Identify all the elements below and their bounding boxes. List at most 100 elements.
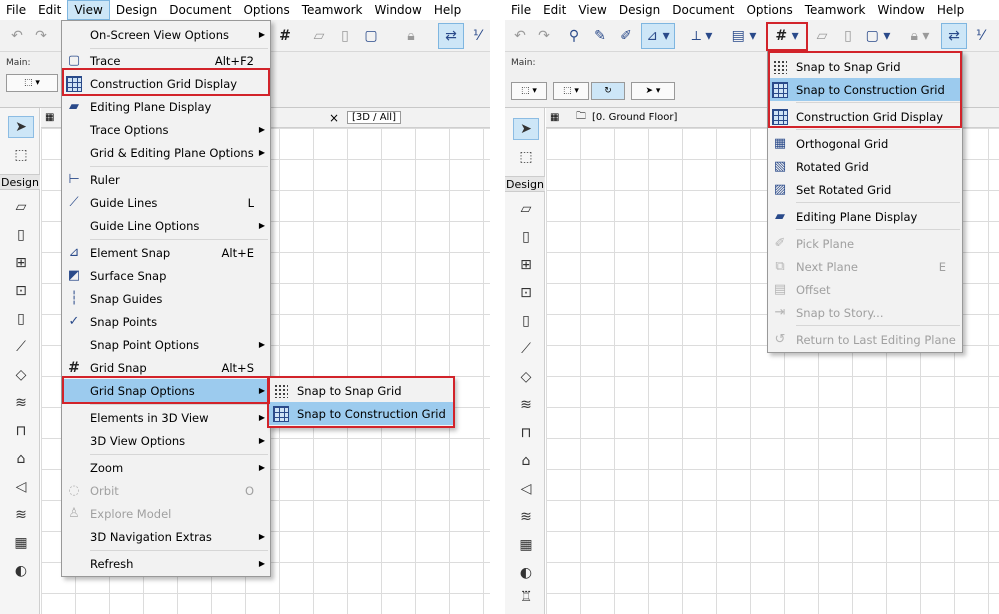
pointer-icon[interactable]: ➤ ▾ (631, 82, 675, 100)
menu-design[interactable]: Design (613, 0, 666, 20)
menu-file[interactable]: File (0, 0, 32, 20)
renovation-icon[interactable]: ⇄ (438, 23, 464, 49)
menu-item-surface-snap[interactable]: ◩ Surface Snap (62, 264, 270, 287)
window-tool-icon[interactable]: ⊞ (8, 252, 34, 274)
railing-tool-icon[interactable]: ⊓ (513, 422, 539, 444)
mesh-tool-icon[interactable]: ≋ (513, 506, 539, 528)
menu-item-snap-guides[interactable]: ┆ Snap Guides (62, 287, 270, 310)
window-tool-icon[interactable]: ⊞ (513, 254, 539, 276)
menu-item-ruler[interactable]: ⊢ Ruler (62, 168, 270, 191)
menu-item-snap-to-snap-grid[interactable]: Snap to Snap Grid (768, 55, 962, 78)
menu-item-3d-navigation-extras[interactable]: 3D Navigation Extras ▶ (62, 525, 270, 548)
marquee-method-icon[interactable]: ⬚ ▾ (553, 82, 589, 100)
railing-tool-icon[interactable]: ⊓ (8, 420, 34, 442)
chair-tool-icon[interactable]: ♖ (513, 586, 539, 608)
snap-guides-icon[interactable]: ⟂ ▾ (685, 23, 719, 49)
scale-icon[interactable]: ⅟ (464, 23, 490, 49)
menu-options[interactable]: Options (237, 0, 295, 20)
view-frame-icon[interactable]: ▢ ▾ (861, 23, 895, 49)
syringe-icon[interactable]: ✐ (613, 23, 639, 49)
menu-item-construction-grid-display[interactable]: Construction Grid Display (768, 105, 962, 128)
curtain-wall-tool-icon[interactable]: ▦ (513, 534, 539, 556)
column-tool-icon[interactable]: ▯ (8, 308, 34, 330)
door-tool-icon[interactable]: ▯ (513, 226, 539, 248)
menu-document[interactable]: Document (666, 0, 740, 20)
undo-icon[interactable]: ↶ (4, 23, 30, 49)
menu-design[interactable]: Design (110, 0, 163, 20)
mesh-tool-icon[interactable]: ≋ (8, 504, 34, 526)
menu-item-on-screen-view-options[interactable]: On-Screen View Options ▶ (62, 23, 270, 46)
menu-item-elements-in-3d-view[interactable]: Elements in 3D View ▶ (62, 406, 270, 429)
menu-item-element-snap[interactable]: ⊿ Element Snap Alt+E (62, 241, 270, 264)
menu-teamwork[interactable]: Teamwork (296, 0, 369, 20)
eyedropper-icon[interactable]: ✎ (587, 23, 613, 49)
menu-view[interactable]: View (572, 0, 612, 20)
menu-item-3d-view-options[interactable]: 3D View Options ▶ (62, 429, 270, 452)
menu-item-set-rotated-grid[interactable]: ▨ Set Rotated Grid (768, 178, 962, 201)
lock-icon[interactable]: 🔒︎ (398, 23, 424, 49)
menu-file[interactable]: File (505, 0, 537, 20)
menu-item-zoom[interactable]: Zoom ▶ (62, 456, 270, 479)
element-snap-icon[interactable]: ⊿ ▾ (641, 23, 675, 49)
door-tool-icon[interactable]: ▯ (8, 224, 34, 246)
menu-item-rotated-grid[interactable]: ▧ Rotated Grid (768, 155, 962, 178)
beam-tool-icon[interactable]: ⟋ (513, 338, 539, 360)
morph-tool-icon[interactable]: ◐ (8, 560, 34, 582)
shell-tool-icon[interactable]: ◁ (513, 478, 539, 500)
tab-overview-icon[interactable]: ▦ (45, 112, 54, 123)
object-tool-icon[interactable]: ⊡ (513, 282, 539, 304)
magic-wand-icon[interactable]: ⚲ (561, 23, 587, 49)
menu-item-guide-lines[interactable]: ⟋ Guide Lines L (62, 191, 270, 214)
editing-plane-icon[interactable]: ▱ (306, 23, 332, 49)
menu-help[interactable]: Help (428, 0, 467, 20)
rotate-icon[interactable]: ↻ (591, 82, 625, 100)
tab-3d-all[interactable]: [3D / All] (347, 111, 401, 124)
menu-help[interactable]: Help (931, 0, 970, 20)
arrow-tool-icon[interactable]: ➤ (8, 116, 34, 138)
menu-view[interactable]: View (67, 0, 110, 20)
renovation-icon[interactable]: ⇄ (941, 23, 967, 49)
roof-tool-icon[interactable]: ⌂ (513, 450, 539, 472)
marquee-tool-icon[interactable]: ⬚ (513, 146, 539, 168)
redo-icon[interactable]: ↷ (28, 23, 54, 49)
menu-item-construction-grid-display[interactable]: Construction Grid Display (62, 72, 270, 95)
stair-tool-icon[interactable]: ≋ (8, 392, 34, 414)
morph-tool-icon[interactable]: ◐ (513, 562, 539, 584)
plane-icon[interactable]: ▯ (332, 23, 358, 49)
menu-item-snap-to-construction-grid[interactable]: Snap to Construction Grid (269, 402, 453, 425)
tab-overview-icon[interactable]: ▦ (550, 112, 559, 123)
undo-icon[interactable]: ↶ (507, 23, 533, 49)
plane-icon[interactable]: ▯ (835, 23, 861, 49)
tab-ground-floor[interactable]: [0. Ground Floor] (592, 112, 677, 123)
marquee-tool-icon[interactable]: ⬚ (8, 144, 34, 166)
menu-item-trace-options[interactable]: Trace Options ▶ (62, 118, 270, 141)
menu-item-refresh[interactable]: Refresh ▶ (62, 552, 270, 575)
arrow-tool-icon[interactable]: ➤ (513, 118, 539, 140)
menu-item-grid-snap-options[interactable]: Grid Snap Options ▶ (62, 379, 270, 402)
stair-tool-icon[interactable]: ≋ (513, 394, 539, 416)
editing-plane-icon[interactable]: ▱ (809, 23, 835, 49)
beam-tool-icon[interactable]: ⟋ (8, 336, 34, 358)
column-tool-icon[interactable]: ▯ (513, 310, 539, 332)
menu-window[interactable]: Window (369, 0, 428, 20)
menu-item-snap-to-construction-grid[interactable]: Snap to Construction Grid (768, 78, 962, 101)
menu-window[interactable]: Window (872, 0, 931, 20)
menu-item-editing-plane-display[interactable]: ▰ Editing Plane Display (62, 95, 270, 118)
menu-item-grid-snap[interactable]: # Grid Snap Alt+S (62, 356, 270, 379)
selection-method-icon[interactable]: ⬚ ▾ (511, 82, 547, 100)
grid-snap-dropdown-icon[interactable]: # ▾ (767, 23, 807, 49)
menu-edit[interactable]: Edit (32, 0, 67, 20)
curtain-wall-tool-icon[interactable]: ▦ (8, 532, 34, 554)
grid-snap-icon[interactable]: # (272, 23, 298, 49)
wall-tool-icon[interactable]: ▱ (513, 198, 539, 220)
lock-icon[interactable]: 🔒︎ ▾ (903, 23, 937, 49)
menu-edit[interactable]: Edit (537, 0, 572, 20)
scale-icon[interactable]: ⅟ (967, 23, 993, 49)
menu-item-grid-editing-plane-options[interactable]: Grid & Editing Plane Options ▶ (62, 141, 270, 164)
redo-icon[interactable]: ↷ (531, 23, 557, 49)
roof-tool-icon[interactable]: ⌂ (8, 448, 34, 470)
tab-close-button[interactable]: × (329, 111, 339, 125)
slab-tool-icon[interactable]: ◇ (8, 364, 34, 386)
menu-item-snap-to-snap-grid[interactable]: Snap to Snap Grid (269, 379, 453, 402)
menu-item-snap-point-options[interactable]: Snap Point Options ▶ (62, 333, 270, 356)
